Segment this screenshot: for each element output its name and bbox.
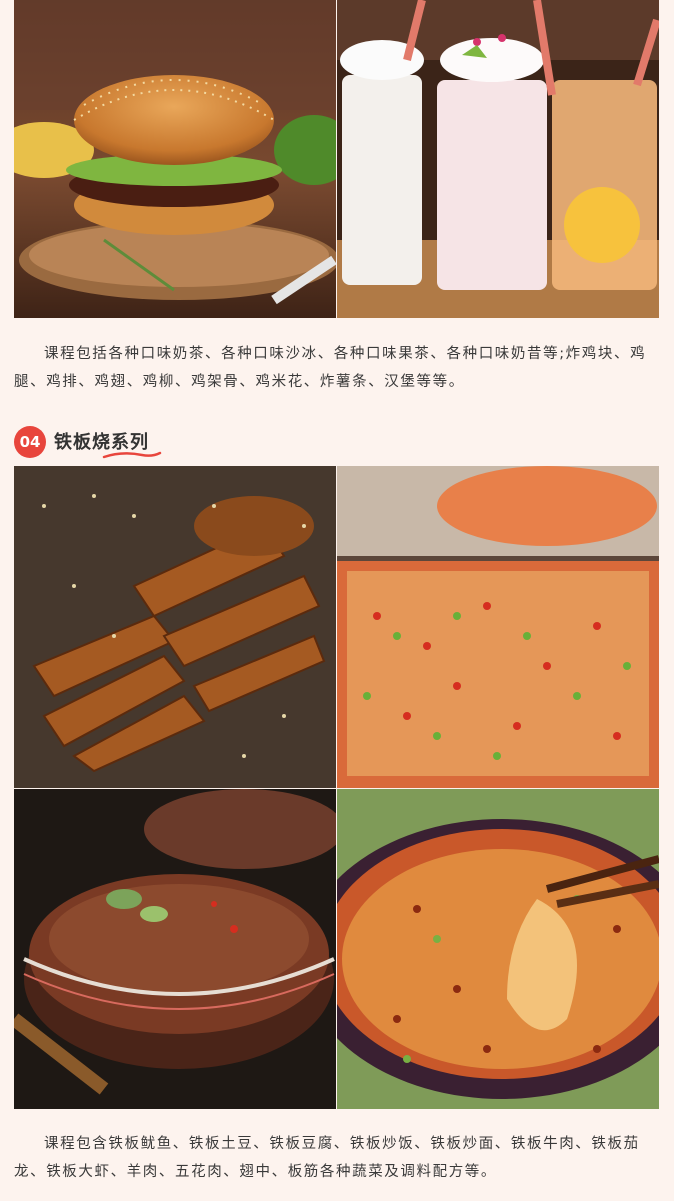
- section-03-caption: 课程包括各种口味奶茶、各种口味沙冰、各种口味果茶、各种口味奶昔等;炸鸡块、鸡腿、…: [14, 346, 647, 390]
- section-04-caption: 课程包含铁板鱿鱼、铁板土豆、铁板豆腐、铁板炒饭、铁板炒面、铁板牛肉、铁板茄龙、铁…: [14, 1136, 640, 1180]
- underline-swoosh-icon: [102, 451, 162, 459]
- tofu-photo: [337, 466, 659, 788]
- drinks-photo: [337, 0, 659, 318]
- section-04-heading: 04 铁板烧系列: [14, 423, 314, 463]
- eggplant-photo: [337, 789, 659, 1109]
- section-number-badge: 04: [14, 426, 46, 458]
- burger-photo: [14, 0, 336, 318]
- squid-photo: [14, 466, 336, 788]
- steak-photo: [14, 789, 336, 1109]
